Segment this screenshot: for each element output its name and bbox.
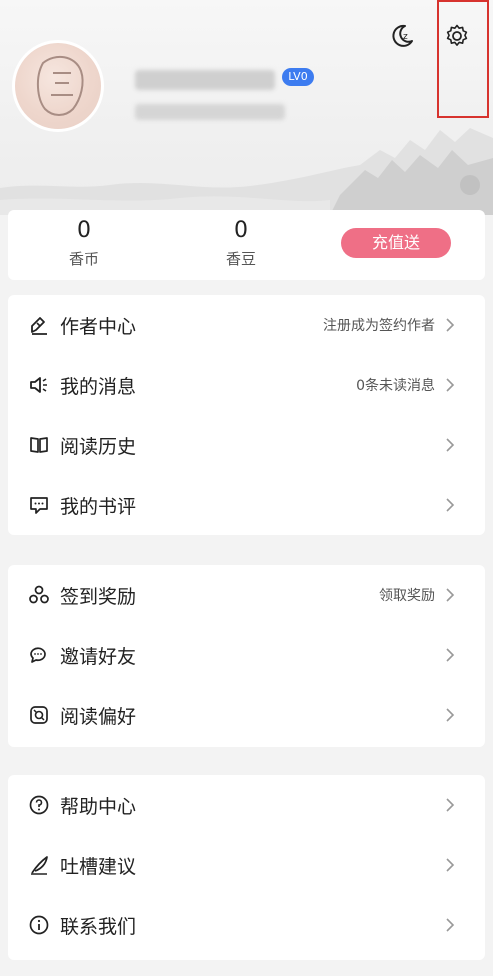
menu-item-label: 签到奖励	[60, 585, 137, 608]
avatar[interactable]	[12, 40, 104, 132]
menu-item-feedback[interactable]: 吐槽建议	[8, 835, 485, 895]
menu-item-invite-friends[interactable]: 邀请好友	[8, 625, 485, 685]
menu-item-label: 我的书评	[60, 495, 137, 518]
help-icon	[28, 794, 50, 816]
user-info-redacted	[135, 104, 285, 120]
menu-item-label: 帮助中心	[60, 795, 137, 818]
menu-item-label: 阅读历史	[60, 435, 137, 458]
chevron-right-icon	[441, 796, 459, 814]
menu-item-hint: 注册成为签约作者	[323, 318, 435, 334]
coins-value: 0	[77, 218, 91, 243]
menu-item-reading-preference[interactable]: 阅读偏好	[8, 685, 485, 745]
menu-item-author-center[interactable]: 作者中心 注册成为签约作者	[8, 295, 485, 355]
menu-item-label: 作者中心	[60, 315, 137, 338]
chat-bubbles-icon	[28, 644, 50, 666]
menu-item-label: 我的消息	[60, 375, 137, 398]
book-icon	[28, 434, 50, 456]
menu-item-label: 联系我们	[60, 915, 137, 938]
stats-bar: 0 香币 0 香豆 充值送	[8, 210, 485, 280]
coins-label: 香币	[68, 250, 99, 268]
author-pen-icon	[28, 314, 50, 336]
chevron-right-icon	[441, 376, 459, 394]
svg-text:z: z	[403, 32, 408, 42]
chevron-right-icon	[441, 646, 459, 664]
menu-item-hint: 0条未读消息	[356, 378, 435, 394]
comment-icon	[28, 494, 50, 516]
chevron-right-icon	[441, 436, 459, 454]
chevron-right-icon	[441, 496, 459, 514]
menu-item-label: 吐槽建议	[60, 855, 137, 878]
feather-pen-icon	[28, 854, 50, 876]
chevron-right-icon	[441, 586, 459, 604]
settings-highlight-box	[437, 0, 489, 118]
reward-icon	[28, 584, 50, 606]
coins-stat[interactable]: 0 香币	[34, 218, 134, 269]
preference-icon	[28, 704, 50, 726]
chevron-right-icon	[441, 706, 459, 724]
menu-card-1: 作者中心 注册成为签约作者 我的消息 0条未读消息 阅读历史 我的书评	[8, 295, 485, 535]
username-redacted	[135, 70, 275, 90]
menu-item-messages[interactable]: 我的消息 0条未读消息	[8, 355, 485, 415]
menu-item-hint: 领取奖励	[379, 588, 435, 604]
menu-card-2: 签到奖励 领取奖励 邀请好友 阅读偏好	[8, 565, 485, 747]
chevron-right-icon	[441, 316, 459, 334]
speaker-icon	[28, 374, 50, 396]
menu-item-contact-us[interactable]: 联系我们	[8, 895, 485, 955]
beans-stat[interactable]: 0 香豆	[191, 218, 291, 269]
level-badge: LV0	[282, 68, 314, 86]
beans-value: 0	[234, 218, 248, 243]
profile-header: LV0 z	[0, 0, 493, 215]
chevron-right-icon	[441, 856, 459, 874]
info-icon	[28, 914, 50, 936]
beans-label: 香豆	[225, 250, 256, 268]
menu-item-reading-history[interactable]: 阅读历史	[8, 415, 485, 475]
menu-item-label: 阅读偏好	[60, 705, 137, 728]
menu-item-help-center[interactable]: 帮助中心	[8, 775, 485, 835]
menu-item-checkin-reward[interactable]: 签到奖励 领取奖励	[8, 565, 485, 625]
night-mode-icon[interactable]: z	[388, 22, 416, 50]
menu-card-3: 帮助中心 吐槽建议 联系我们	[8, 775, 485, 960]
menu-item-label: 邀请好友	[60, 645, 137, 668]
chevron-right-icon	[441, 916, 459, 934]
recharge-button[interactable]: 充值送	[341, 228, 451, 258]
menu-item-book-reviews[interactable]: 我的书评	[8, 475, 485, 535]
